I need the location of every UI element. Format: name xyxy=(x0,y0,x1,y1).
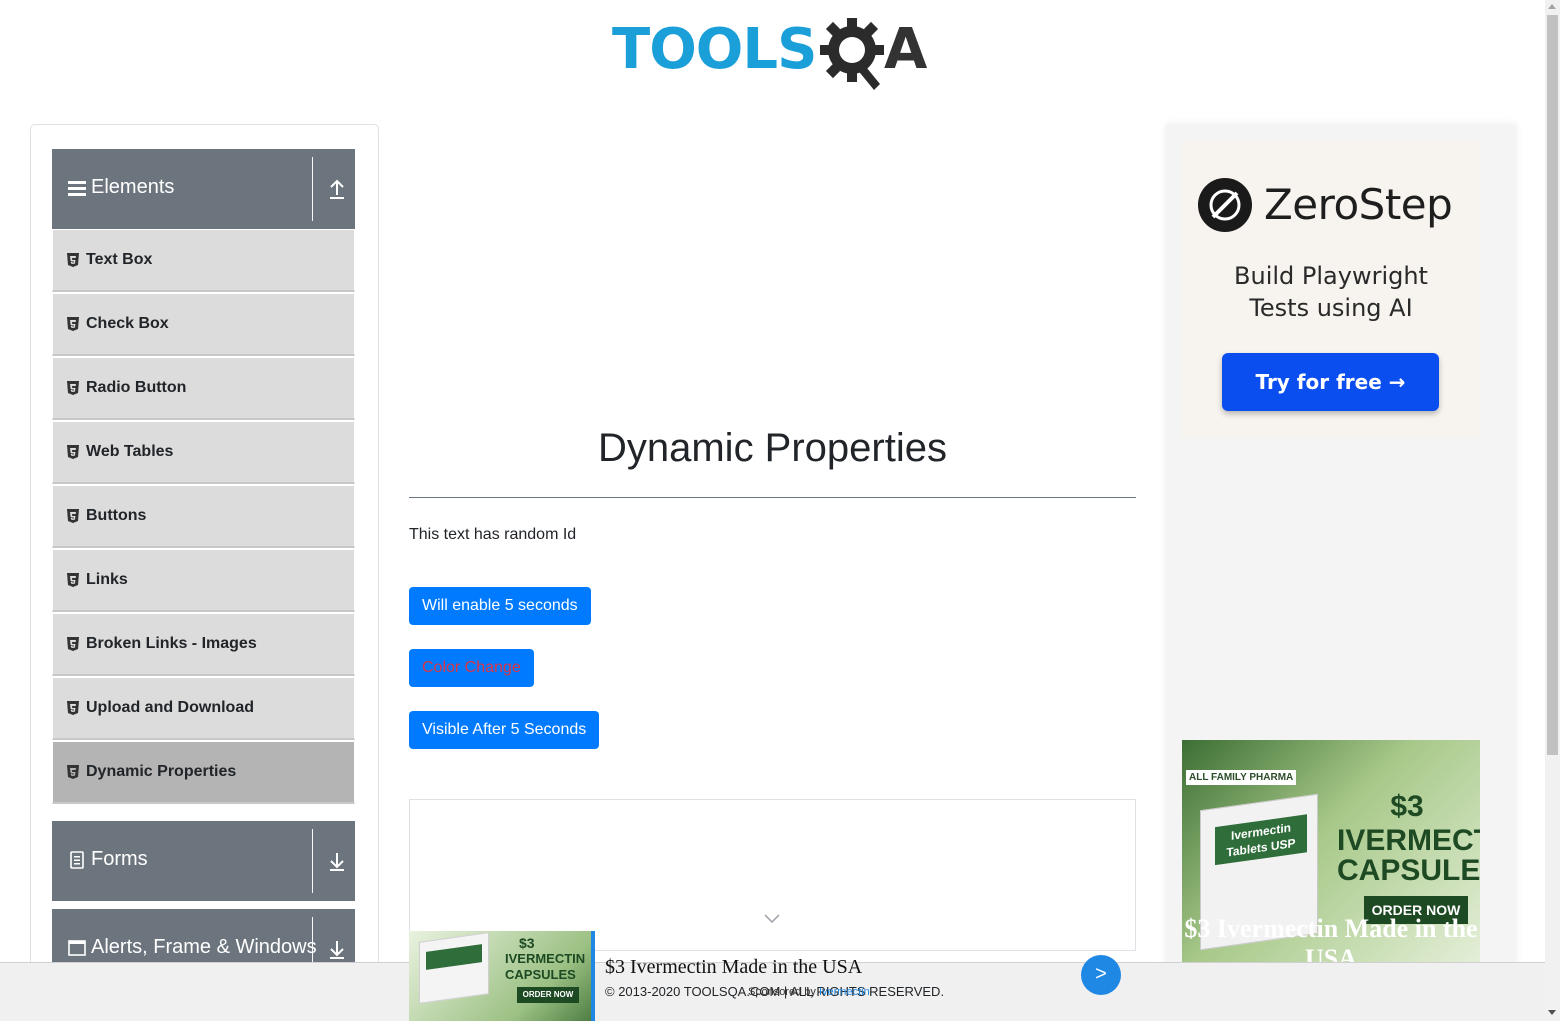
sponsored-by: Sponsored by Ivermectin xyxy=(748,984,870,1000)
bottom-ad-image[interactable]: $3 IVERMECTIN CAPSULES ORDER NOW xyxy=(409,931,595,1021)
sidebar-item-buttons[interactable]: Buttons xyxy=(52,485,355,548)
sidebar-item-upload-download[interactable]: Upload and Download xyxy=(52,677,355,740)
sidebar-item-text-box[interactable]: Text Box xyxy=(52,229,355,292)
group-header-elements[interactable]: Elements xyxy=(52,149,355,229)
html5-icon xyxy=(67,253,79,267)
sidebar-item-radio-button[interactable]: Radio Button xyxy=(52,357,355,420)
ad-price: $3 xyxy=(519,935,535,951)
zerostep-subtitle: Build Playwright Tests using AI xyxy=(1234,262,1428,322)
enable-after-button[interactable]: Will enable 5 seconds xyxy=(409,587,591,625)
sidebar-item-label: Text Box xyxy=(86,251,153,268)
form-icon xyxy=(70,851,84,869)
group-header-forms[interactable]: Forms xyxy=(52,821,355,901)
scroll-down-icon[interactable] xyxy=(1548,1010,1556,1015)
expand-icon[interactable] xyxy=(326,937,348,961)
html5-icon xyxy=(67,445,79,459)
sponsored-link[interactable]: Ivermectin xyxy=(819,986,870,998)
window-icon xyxy=(68,940,86,956)
product-box-label: Ivermectin Tablets USP xyxy=(1215,814,1307,866)
toolsqa-logo[interactable]: TOOLS A xyxy=(612,14,938,92)
sidebar-item-dynamic-properties[interactable]: Dynamic Properties xyxy=(52,741,355,804)
zerostep-brand: ZeroStep xyxy=(1264,180,1453,229)
bottom-ad-headline[interactable]: $3 Ivermectin Made in the USA xyxy=(605,955,862,979)
zerostep-logo-icon xyxy=(1198,178,1252,232)
sponsored-prefix: Sponsored by xyxy=(748,986,816,998)
sidebar-item-label: Buttons xyxy=(86,507,147,524)
divider xyxy=(312,157,313,221)
pharma-badge: ALL FAMILY PHARMA xyxy=(1186,770,1297,785)
group-label: Alerts, Frame & Windows xyxy=(91,936,317,958)
divider xyxy=(312,917,313,962)
ad-price: $3 xyxy=(1390,790,1424,823)
gear-search-icon xyxy=(820,18,884,90)
try-for-free-button[interactable]: Try for free → xyxy=(1222,353,1439,411)
ad-placeholder xyxy=(409,799,1136,951)
logo-tools-text: TOOLS xyxy=(612,17,817,82)
ad-form: CAPSULES xyxy=(505,967,576,982)
chevron-down-icon[interactable] xyxy=(764,914,780,924)
ad-headline: $3 Ivermectin Made in the USA xyxy=(1184,914,1478,964)
group-header-alerts[interactable]: Alerts, Frame & Windows xyxy=(52,909,355,962)
ad-product: IVERMECTIN xyxy=(1337,824,1480,857)
html5-icon xyxy=(67,701,79,715)
sidebar-item-web-tables[interactable]: Web Tables xyxy=(52,421,355,484)
sidebar-item-links[interactable]: Links xyxy=(52,549,355,612)
sidebar-item-label: Radio Button xyxy=(86,379,187,396)
html5-icon xyxy=(67,381,79,395)
ivermectin-ad[interactable]: ALL FAMILY PHARMA Ivermectin Tablets USP… xyxy=(1182,740,1480,964)
sidebar-item-label: Dynamic Properties xyxy=(86,763,237,780)
ad-product: IVERMECTIN xyxy=(505,951,586,966)
next-ad-button[interactable]: > xyxy=(1081,955,1121,995)
divider xyxy=(312,829,313,893)
scroll-up-icon[interactable] xyxy=(1548,4,1556,9)
html5-icon xyxy=(67,317,79,331)
html5-icon xyxy=(67,509,79,523)
visible-after-button[interactable]: Visible After 5 Seconds xyxy=(409,711,600,749)
sidebar-item-label: Check Box xyxy=(86,315,169,332)
html5-icon xyxy=(67,637,79,651)
logo-a-text: A xyxy=(884,17,928,82)
page-title: Dynamic Properties xyxy=(597,426,947,470)
expand-icon[interactable] xyxy=(326,849,348,873)
sidebar-item-label: Links xyxy=(86,571,128,588)
order-now-button[interactable]: ORDER NOW xyxy=(517,987,579,1003)
sidebar-item-broken-links[interactable]: Broken Links - Images xyxy=(52,613,355,676)
zerostep-ad[interactable]: ZeroStep Build Playwright Tests using AI… xyxy=(1182,140,1480,438)
collapse-icon[interactable] xyxy=(326,177,348,201)
ad-form: CAPSULES xyxy=(1337,854,1480,887)
sidebar-item-check-box[interactable]: Check Box xyxy=(52,293,355,356)
html5-icon xyxy=(67,765,79,779)
sidebar-item-label: Web Tables xyxy=(86,443,174,460)
sidebar-item-label: Upload and Download xyxy=(86,699,254,716)
scrollbar[interactable] xyxy=(1545,0,1560,1021)
color-change-button[interactable]: Color Change xyxy=(409,649,534,687)
product-box-image xyxy=(419,932,489,1004)
random-id-text: This text has random Id xyxy=(409,526,577,543)
group-label: Forms xyxy=(91,848,148,870)
html5-icon xyxy=(67,573,79,587)
sidebar-item-label: Broken Links - Images xyxy=(86,635,257,652)
scroll-thumb[interactable] xyxy=(1547,15,1558,755)
group-label: Elements xyxy=(91,176,175,198)
hamburger-icon xyxy=(68,181,86,196)
title-divider xyxy=(409,497,1136,498)
